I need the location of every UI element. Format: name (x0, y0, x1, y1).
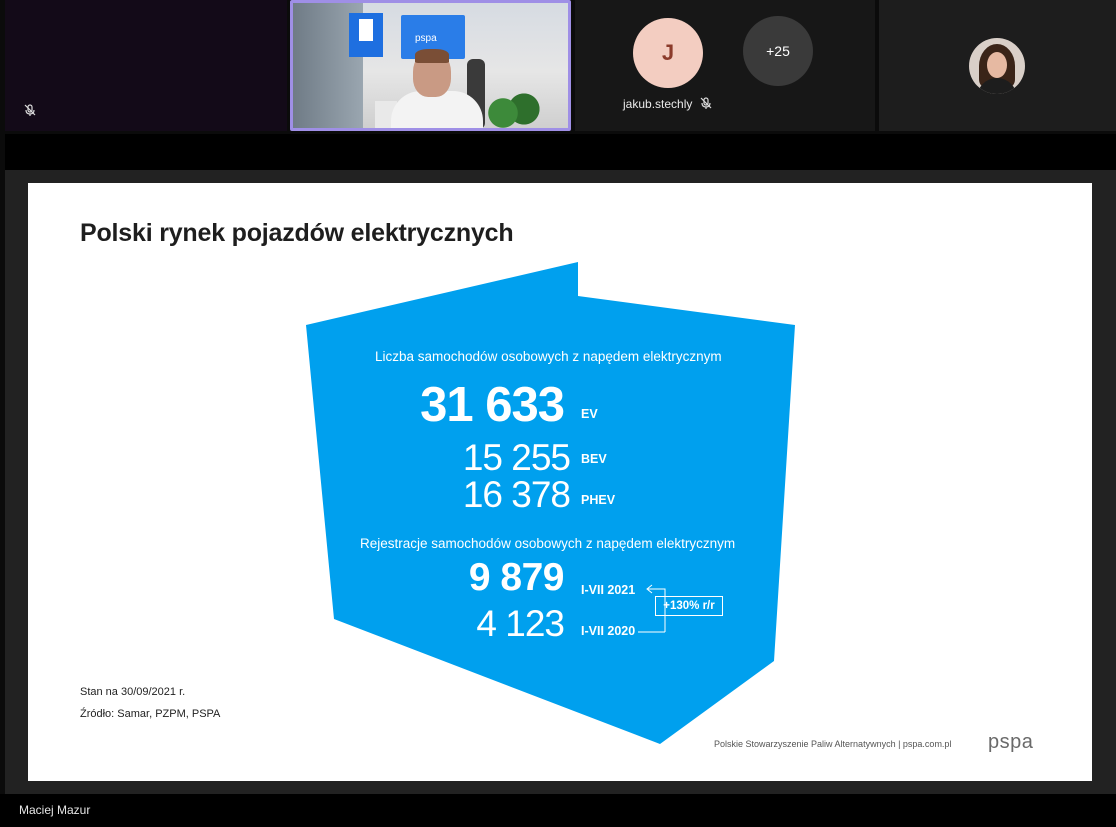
participant-tile-muted[interactable] (5, 0, 287, 131)
pspa-logo: pspa (988, 731, 1034, 753)
wall-screen-logo: pspa (415, 33, 437, 44)
presentation-slide: Polski rynek pojazdów elektrycznych Licz… (28, 183, 1092, 781)
note-source: Źródło: Samar, PZPM, PSPA (80, 708, 221, 720)
mic-muted-icon (700, 97, 712, 109)
footer-organization: Polskie Stowarzyszenie Paliw Alternatywn… (714, 739, 952, 749)
toolbar-spacer (5, 134, 1116, 170)
mic-muted-icon (24, 104, 36, 116)
participant-tile-photo[interactable] (879, 0, 1116, 131)
participant-tile-avatar[interactable]: J +25 jakub.stechly (575, 0, 875, 131)
participant-video: pspa (293, 3, 568, 128)
presenter-name: Maciej Mazur (19, 803, 91, 817)
growth-badge: +130% r/r (655, 596, 723, 616)
participant-strip: pspa J +25 jakub.stechly (0, 0, 1116, 134)
participant-avatar[interactable]: J (633, 18, 703, 88)
participant-photo-avatar (969, 38, 1025, 94)
presenter-bar: Maciej Mazur (0, 794, 1116, 827)
participant-name: jakub.stechly (623, 97, 693, 111)
note-date: Stan na 30/09/2021 r. (80, 686, 186, 698)
growth-connector-arrow-icon (638, 584, 666, 633)
wall-sign-icon (349, 13, 383, 57)
more-participants-button[interactable]: +25 (743, 16, 813, 86)
participant-tile-active-speaker[interactable]: pspa (290, 0, 571, 131)
